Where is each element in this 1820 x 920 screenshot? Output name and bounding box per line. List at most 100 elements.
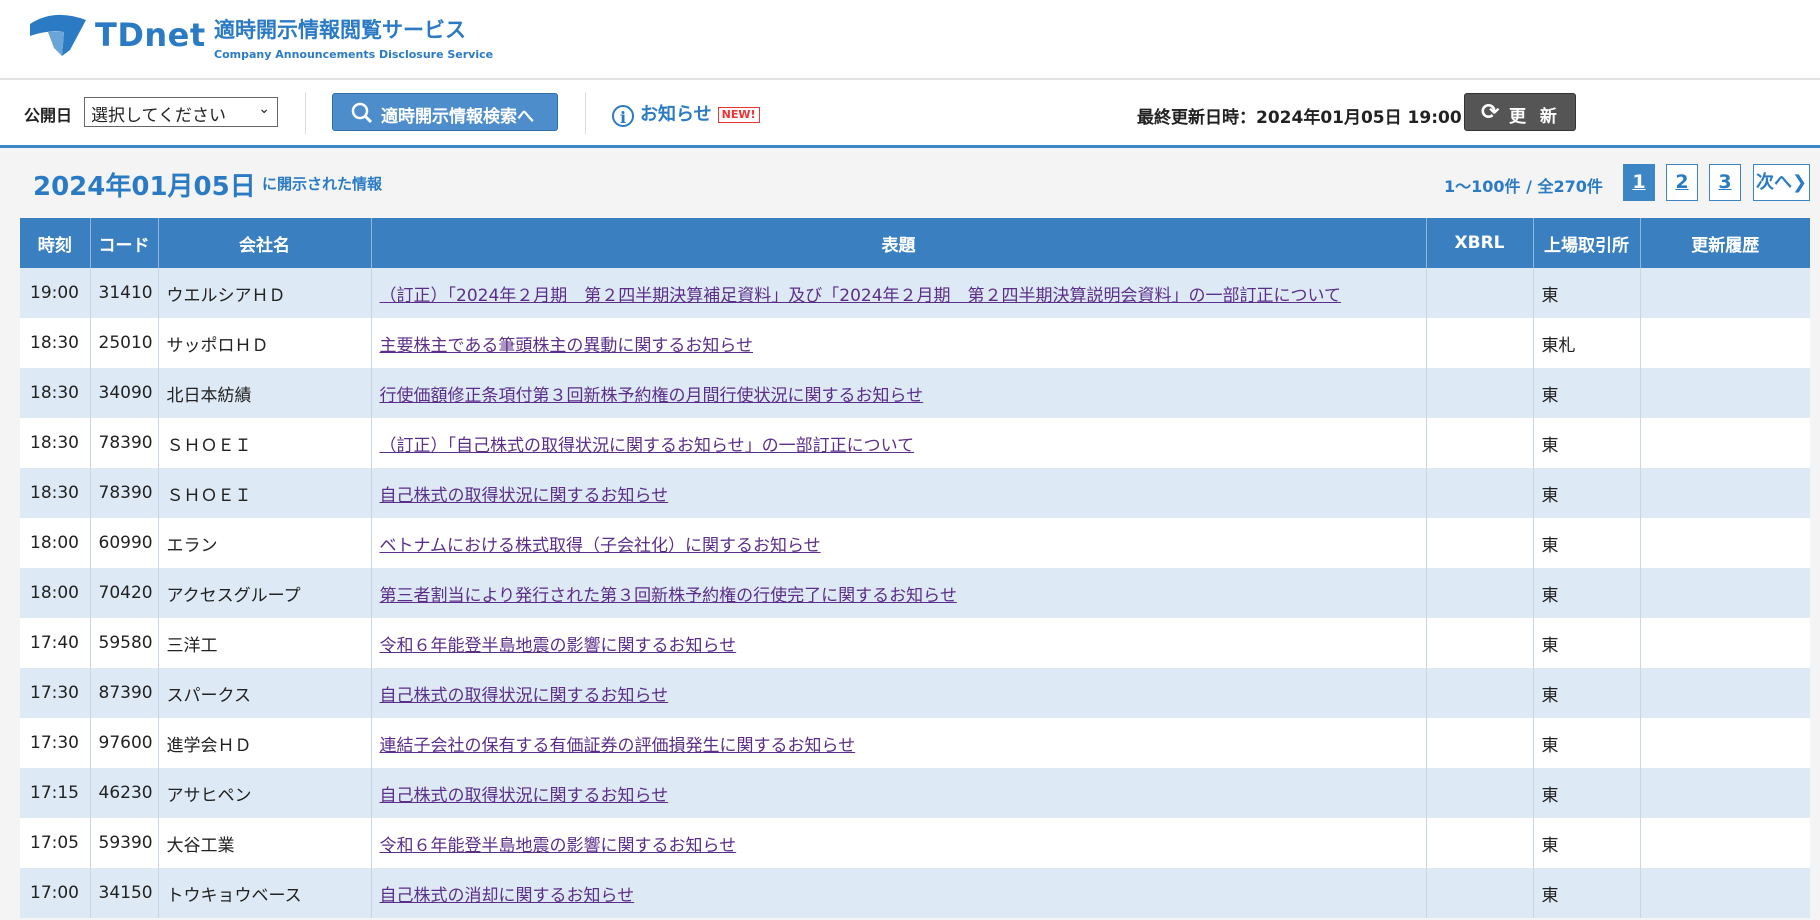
notice-link[interactable]: i お知らせ NEW!: [612, 100, 760, 127]
header-title: 表題: [371, 218, 1427, 268]
disclosure-title-link[interactable]: 自己株式の取得状況に関するお知らせ: [380, 486, 669, 506]
cell-company: トウキョウベース: [158, 868, 372, 918]
cell-code: 78390: [90, 418, 159, 468]
disclosure-title-link[interactable]: 主要株主である筆頭株主の異動に関するお知らせ: [380, 336, 754, 356]
cell-code: 34150: [90, 868, 159, 918]
cell-history: [1640, 818, 1810, 868]
page-3-button[interactable]: 3: [1709, 164, 1741, 201]
publish-date-select[interactable]: 選択してください ⌄: [84, 97, 278, 127]
disclosure-title-link[interactable]: 令和６年能登半島地震の影響に関するお知らせ: [380, 636, 737, 656]
cell-time: 18:00: [20, 568, 91, 618]
page-1-button[interactable]: 1: [1623, 164, 1655, 201]
cell-xbrl: [1426, 418, 1534, 468]
cell-company: 進学会ＨＤ: [158, 718, 372, 768]
page-2-button[interactable]: 2: [1666, 164, 1698, 201]
cell-company: アサヒペン: [158, 768, 372, 818]
cell-xbrl: [1426, 468, 1534, 518]
refresh-button[interactable]: ⟳ 更 新: [1464, 93, 1576, 131]
disclosure-title-link[interactable]: ベトナムにおける株式取得（子会社化）に関するお知らせ: [380, 536, 821, 556]
next-page-label: 次へ: [1755, 172, 1792, 193]
disclosure-table: 時刻 コード 会社名 表題 XBRL 上場取引所 更新履歴 19:00 31410…: [20, 218, 1810, 918]
cell-time: 17:00: [20, 868, 91, 918]
page-subtitle: に開示された情報: [262, 175, 383, 193]
disclosure-title-link[interactable]: 第三者割当により発行された第３回新株予約権の行使完了に関するお知らせ: [380, 586, 957, 606]
table-row: 18:30 34090 北日本紡績 行使価額修正条項付第３回新株予約権の月間行使状況に…: [20, 368, 1810, 418]
cell-history: [1640, 468, 1810, 518]
cell-history: [1640, 368, 1810, 418]
disclosure-title-link[interactable]: 自己株式の取得状況に関するお知らせ: [380, 686, 669, 706]
cell-exchange: 東: [1533, 768, 1641, 818]
cell-xbrl: [1426, 618, 1534, 668]
result-count: 1～100件 / 全270件: [1444, 177, 1603, 196]
cell-code: 25010: [90, 318, 159, 368]
cell-title: 自己株式の取得状況に関するお知らせ: [371, 468, 1427, 518]
disclosure-title-link[interactable]: （訂正）「自己株式の取得状況に関するお知らせ」の一部訂正について: [380, 436, 915, 456]
page-title: 2024年01月05日: [33, 172, 256, 202]
cell-company: 北日本紡績: [158, 368, 372, 418]
publish-date-label: 公開日: [24, 106, 73, 125]
cell-code: 70420: [90, 568, 159, 618]
cell-exchange: 東: [1533, 618, 1641, 668]
last-updated-text: 最終更新日時：2024年01月05日 19:00: [1137, 108, 1462, 128]
cell-company: サッポロＨＤ: [158, 318, 372, 368]
search-icon: [351, 102, 373, 124]
cell-code: 59390: [90, 818, 159, 868]
cell-history: [1640, 768, 1810, 818]
header-exchange: 上場取引所: [1533, 218, 1641, 268]
info-icon: i: [612, 105, 634, 127]
cell-code: 46230: [90, 768, 159, 818]
cell-history: [1640, 868, 1810, 918]
publish-date-select-value: 選択してください: [91, 106, 226, 126]
cell-title: 主要株主である筆頭株主の異動に関するお知らせ: [371, 318, 1427, 368]
table-row: 18:30 78390 ＳＨＯＥＩ （訂正）「自己株式の取得状況に関するお知らせ」の一…: [20, 418, 1810, 468]
header-time: 時刻: [20, 218, 91, 268]
cell-exchange: 東札: [1533, 318, 1641, 368]
disclosure-search-button[interactable]: 適時開示情報検索へ: [332, 93, 558, 131]
cell-history: [1640, 568, 1810, 618]
cell-history: [1640, 518, 1810, 568]
disclosure-title-link[interactable]: 行使価額修正条項付第３回新株予約権の月間行使状況に関するお知らせ: [380, 386, 924, 406]
cell-company: ウエルシアＨＤ: [158, 268, 372, 318]
cell-code: 78390: [90, 468, 159, 518]
disclosure-title-link[interactable]: （訂正）「2024年２月期 第２四半期決算補足資料」及び「2024年２月期 第２…: [380, 286, 1342, 306]
table-row: 19:00 31410 ウエルシアＨＤ （訂正）「2024年２月期 第２四半期決算補足…: [20, 268, 1810, 318]
cell-title: 令和６年能登半島地震の影響に関するお知らせ: [371, 618, 1427, 668]
table-row: 17:40 59580 三洋工 令和６年能登半島地震の影響に関するお知らせ 東: [20, 618, 1810, 668]
cell-company: スパークス: [158, 668, 372, 718]
table-row: 17:30 97600 進学会ＨＤ 連結子会社の保有する有価証券の評価損発生に関するお…: [20, 718, 1810, 768]
cell-time: 18:30: [20, 368, 91, 418]
table-row: 18:00 60990 エラン ベトナムにおける株式取得（子会社化）に関するお知らせ 東: [20, 518, 1810, 568]
cell-history: [1640, 418, 1810, 468]
header-xbrl: XBRL: [1426, 218, 1534, 268]
cell-code: 31410: [90, 268, 159, 318]
cell-title: 行使価額修正条項付第３回新株予約権の月間行使状況に関するお知らせ: [371, 368, 1427, 418]
refresh-icon: ⟳: [1481, 100, 1500, 125]
cell-exchange: 東: [1533, 368, 1641, 418]
divider: [585, 92, 586, 134]
cell-title: 自己株式の消却に関するお知らせ: [371, 868, 1427, 918]
logo-text[interactable]: TDnet: [95, 16, 206, 54]
cell-code: 59580: [90, 618, 159, 668]
cell-exchange: 東: [1533, 668, 1641, 718]
disclosure-title-link[interactable]: 自己株式の消却に関するお知らせ: [380, 886, 635, 906]
cell-time: 18:30: [20, 468, 91, 518]
cell-xbrl: [1426, 568, 1534, 618]
service-title: 適時開示情報閲覧サービス: [214, 18, 466, 42]
chevron-down-icon: ⌄: [258, 101, 270, 117]
cell-exchange: 東: [1533, 268, 1641, 318]
disclosure-title-link[interactable]: 自己株式の取得状況に関するお知らせ: [380, 786, 669, 806]
next-page-button[interactable]: 次へ❯: [1753, 164, 1810, 201]
cell-xbrl: [1426, 268, 1534, 318]
service-subtitle: Company Announcements Disclosure Service: [214, 48, 494, 61]
table-row: 17:15 46230 アサヒペン 自己株式の取得状況に関するお知らせ 東: [20, 768, 1810, 818]
cell-exchange: 東: [1533, 468, 1641, 518]
cell-xbrl: [1426, 718, 1534, 768]
disclosure-title-link[interactable]: 連結子会社の保有する有価証券の評価損発生に関するお知らせ: [380, 736, 856, 756]
table-row: 17:05 59390 大谷工業 令和６年能登半島地震の影響に関するお知らせ 東: [20, 818, 1810, 868]
disclosure-title-link[interactable]: 令和６年能登半島地震の影響に関するお知らせ: [380, 836, 737, 856]
cell-time: 17:30: [20, 718, 91, 768]
new-badge: NEW!: [717, 107, 760, 123]
cell-history: [1640, 718, 1810, 768]
table-row: 17:30 87390 スパークス 自己株式の取得状況に関するお知らせ 東: [20, 668, 1810, 718]
cell-history: [1640, 668, 1810, 718]
